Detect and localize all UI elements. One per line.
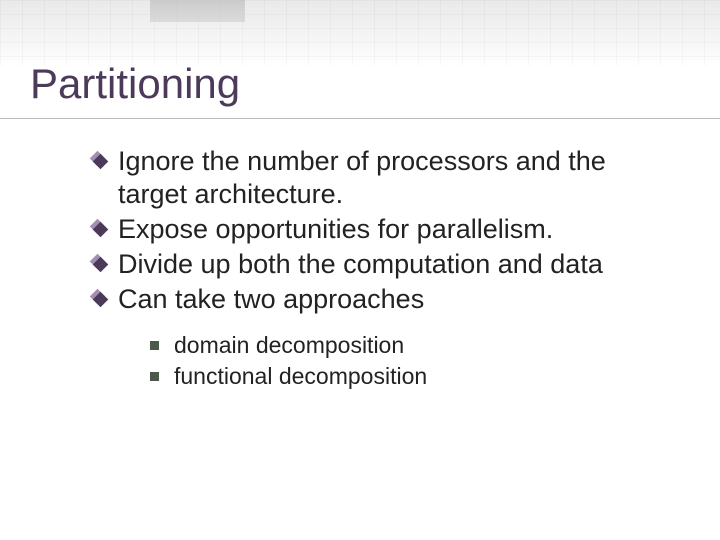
top-accent-block xyxy=(150,0,245,22)
diamond-bullet-icon xyxy=(92,292,106,306)
slide-title: Partitioning xyxy=(30,62,240,106)
diamond-bullet-icon xyxy=(92,154,106,168)
slide: Partitioning Ignore the number of proces… xyxy=(0,0,720,540)
bullet-text: Ignore the number of processors and the … xyxy=(118,146,606,209)
slide-body: Ignore the number of processors and the … xyxy=(92,145,670,392)
bullet-text: Can take two approaches xyxy=(118,284,424,314)
top-gradient-bar xyxy=(0,0,720,66)
sub-bullet-list: domain decomposition functional decompos… xyxy=(92,330,670,392)
square-bullet-icon xyxy=(150,341,159,350)
bullet-item: Divide up both the computation and data xyxy=(92,248,670,281)
title-underline xyxy=(0,118,720,119)
sub-bullet-item: domain decomposition xyxy=(150,330,670,361)
diamond-bullet-icon xyxy=(92,257,106,271)
bullet-item: Can take two approaches xyxy=(92,283,670,316)
sub-bullet-item: functional decomposition xyxy=(150,361,670,392)
bullet-item: Expose opportunities for parallelism. xyxy=(92,213,670,246)
bullet-text: Expose opportunities for parallelism. xyxy=(118,214,553,244)
square-bullet-icon xyxy=(150,372,159,381)
bullet-item: Ignore the number of processors and the … xyxy=(92,145,670,211)
main-bullet-list: Ignore the number of processors and the … xyxy=(92,145,670,316)
diamond-bullet-icon xyxy=(92,222,106,236)
bullet-text: Divide up both the computation and data xyxy=(118,249,603,279)
sub-bullet-text: domain decomposition xyxy=(174,332,404,358)
sub-bullet-text: functional decomposition xyxy=(174,363,427,389)
